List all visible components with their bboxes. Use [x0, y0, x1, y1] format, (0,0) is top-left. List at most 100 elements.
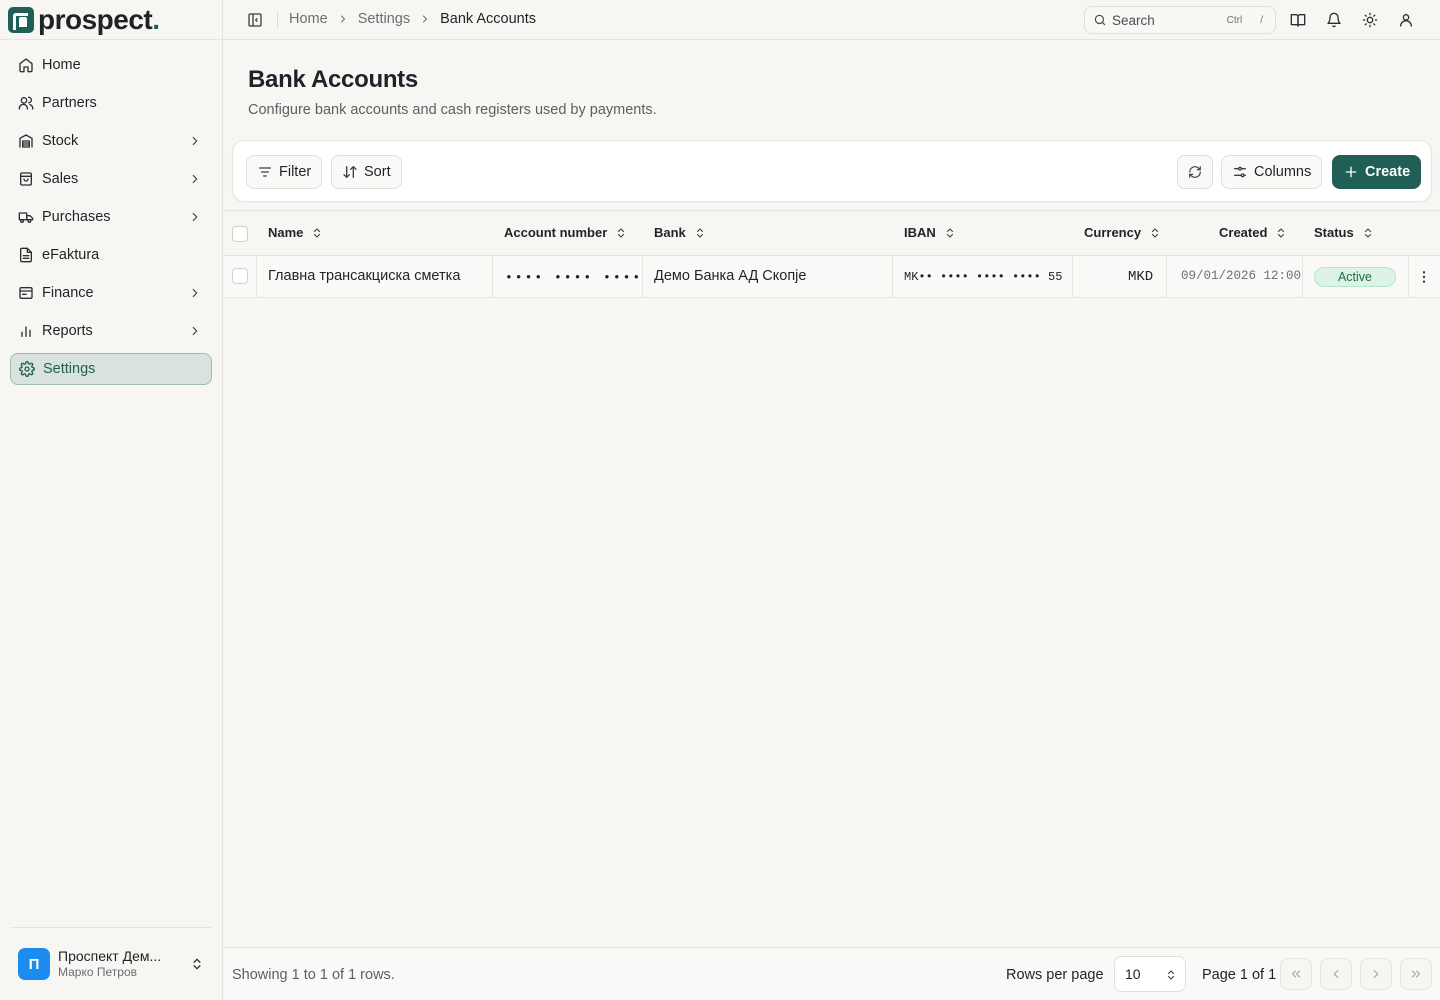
last-page-button[interactable] — [1400, 958, 1432, 990]
sidebar-item-label: Purchases — [42, 209, 111, 225]
account-switcher[interactable]: П Проспект Дем... Марко Петров — [10, 940, 212, 988]
rows-per-page-select[interactable]: 10 — [1114, 956, 1186, 992]
sort-icon — [1152, 227, 1159, 238]
rows-per-page-value: 10 — [1125, 966, 1141, 982]
book-icon[interactable] — [1290, 12, 1306, 28]
sidebar-divider — [0, 39, 222, 40]
breadcrumb-current: Bank Accounts — [440, 11, 537, 27]
bank-accounts-table: Name Account number Bank IBAN Currency C… — [224, 210, 1440, 298]
more-vertical-icon[interactable] — [1416, 269, 1432, 285]
search-placeholder: Search — [1112, 12, 1155, 28]
sidebar-item-stock[interactable]: Stock — [10, 125, 212, 157]
topbar: Home Settings Bank Accounts Search Ctrl … — [223, 0, 1440, 40]
columns-button[interactable]: Columns — [1221, 155, 1323, 189]
sidebar-item-label: Settings — [43, 361, 96, 377]
select-all-checkbox[interactable] — [232, 226, 248, 242]
sidebar-item-label: Stock — [42, 133, 79, 149]
chevrons-left-icon — [1291, 970, 1301, 978]
bar-chart-icon — [21, 326, 31, 337]
column-header-currency[interactable]: Currency — [1084, 225, 1161, 240]
sidebar-item-finance[interactable]: Finance — [10, 277, 212, 309]
sun-icon[interactable] — [1362, 12, 1378, 28]
wallet-icon — [19, 287, 33, 299]
filter-button[interactable]: Filter — [246, 155, 323, 189]
sort-icon — [618, 227, 625, 238]
table-footer: Showing 1 to 1 of 1 rows. Rows per page … — [224, 947, 1440, 1000]
logo-icon — [8, 7, 34, 33]
cell-iban: MK•• •••• •••• •••• 55 — [904, 270, 1062, 284]
sort-icon — [1278, 227, 1285, 238]
chevrons-up-down-icon — [193, 958, 201, 970]
avatar: П — [18, 948, 50, 980]
rows-per-page-label: Rows per page — [1006, 967, 1104, 983]
previous-page-button[interactable] — [1320, 958, 1352, 990]
create-label: Create — [1365, 164, 1411, 180]
column-header-name[interactable]: Name — [268, 225, 323, 240]
search-input[interactable]: Search Ctrl / — [1084, 6, 1276, 34]
account-name: Проспект Дем... — [58, 948, 162, 964]
sidebar-item-sales[interactable]: Sales — [10, 163, 212, 195]
row-checkbox[interactable] — [232, 268, 248, 284]
brand-logo[interactable]: prospect. — [8, 4, 160, 36]
sort-icon — [314, 227, 321, 238]
breadcrumb-home[interactable]: Home — [289, 11, 328, 27]
brand-dot: . — [152, 4, 160, 35]
sidebar-toggle-icon[interactable] — [247, 12, 263, 28]
page-title: Bank Accounts — [248, 66, 418, 93]
cell-account-number: •••• •••• •••• — [505, 270, 643, 285]
chevron-right-icon — [192, 212, 198, 222]
sort-icon — [946, 227, 953, 238]
home-icon — [19, 58, 33, 73]
chevron-right-icon — [1373, 969, 1379, 979]
column-header-bank[interactable]: Bank — [654, 225, 706, 240]
breadcrumb-settings[interactable]: Settings — [358, 11, 410, 27]
rows-summary: Showing 1 to 1 of 1 rows. — [232, 967, 395, 983]
filter-icon — [259, 167, 271, 177]
cell-created: 09/01/2026 12:00 — [1181, 269, 1302, 283]
sidebar-item-label: Partners — [42, 95, 97, 111]
chevron-right-icon — [192, 136, 198, 146]
page-info: Page 1 of 1 — [1202, 967, 1277, 983]
column-header-iban[interactable]: IBAN — [904, 225, 956, 240]
bell-icon[interactable] — [1326, 12, 1342, 28]
gear-icon — [19, 361, 35, 377]
column-header-account-number[interactable]: Account number — [504, 225, 627, 240]
chevron-right-icon — [192, 326, 198, 336]
refresh-button[interactable] — [1177, 155, 1213, 189]
table-row[interactable]: Главна трансакциска сметка •••• •••• •••… — [224, 256, 1440, 298]
breadcrumb: Home Settings Bank Accounts — [289, 11, 536, 27]
brand-name: prospect — [38, 4, 153, 35]
cell-name: Главна трансакциска сметка — [268, 268, 461, 284]
sidebar-item-reports[interactable]: Reports — [10, 315, 212, 347]
filter-label: Filter — [279, 164, 312, 180]
create-button[interactable]: Create — [1332, 155, 1422, 189]
chevron-right-icon — [192, 174, 198, 184]
user-icon[interactable] — [1398, 12, 1414, 28]
chevron-left-icon — [1333, 969, 1339, 979]
page-subtitle: Configure bank accounts and cash registe… — [248, 102, 657, 118]
column-header-status[interactable]: Status — [1314, 225, 1374, 240]
refresh-icon — [1189, 166, 1201, 178]
sidebar-item-label: eFaktura — [42, 247, 100, 263]
sidebar-item-efaktura[interactable]: eFaktura — [10, 239, 212, 271]
cell-currency: MKD — [1128, 269, 1154, 285]
column-header-created[interactable]: Created — [1219, 225, 1287, 240]
document-icon — [20, 247, 32, 263]
table-toolbar: Filter Sort Columns Create — [232, 140, 1432, 202]
sort-button[interactable]: Sort — [331, 155, 402, 189]
sidebar-item-partners[interactable]: Partners — [10, 87, 212, 119]
chevrons-right-icon — [1411, 970, 1421, 978]
plus-icon — [1345, 166, 1357, 178]
next-page-button[interactable] — [1360, 958, 1392, 990]
sidebar-item-home[interactable]: Home — [10, 49, 212, 81]
shortcut-key: / — [1260, 14, 1263, 26]
shortcut-ctrl: Ctrl — [1226, 14, 1243, 26]
sidebar-nav: Home Partners Stock Sales Purchases eFak… — [10, 49, 212, 391]
sidebar-item-purchases[interactable]: Purchases — [10, 201, 212, 233]
sidebar-item-settings[interactable]: Settings — [10, 353, 212, 385]
sort-arrows-icon — [343, 166, 357, 178]
first-page-button[interactable] — [1280, 958, 1312, 990]
sidebar-item-label: Reports — [42, 323, 93, 339]
sort-icon — [696, 227, 703, 238]
sliders-icon — [1234, 166, 1246, 178]
